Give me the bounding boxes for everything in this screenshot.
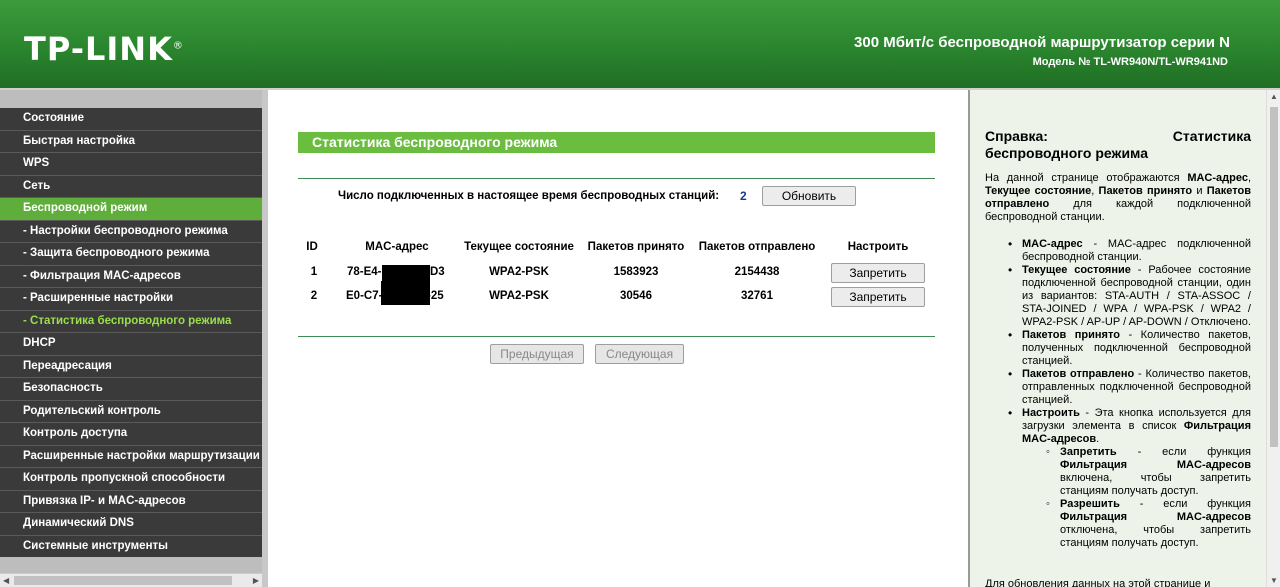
help-item-sent: Пакетов отправлено - Количество пакетов,… (1008, 368, 1251, 407)
sidebar-item-dynamic-dns[interactable]: Динамический DNS (0, 513, 262, 536)
refresh-button[interactable]: Обновить (762, 186, 856, 206)
sidebar-item-wps[interactable]: WPS (0, 153, 262, 176)
col-header-mac: MAC-адрес (365, 241, 429, 253)
help-item-state: Текущее состояние - Рабочее состояние по… (1008, 264, 1251, 329)
sidebar-item-wireless[interactable]: Беспроводной режим (0, 198, 262, 221)
scroll-right-arrow-icon[interactable]: ▶ (253, 574, 259, 587)
top-divider (298, 178, 935, 179)
sidebar-item-security[interactable]: Безопасность (0, 378, 262, 401)
tplink-logo: TP-LINK® (24, 30, 184, 68)
sidebar-item-quick-setup[interactable]: Быстрая настройка (0, 130, 262, 153)
help-item-received: Пакетов принято - Количество пакетов, по… (1008, 329, 1251, 368)
page-title: Статистика беспроводного режима (298, 132, 935, 153)
connected-stations-count: 2 (740, 189, 747, 203)
sidebar-item-bandwidth-control[interactable]: Контроль пропускной способности (0, 468, 262, 491)
sidebar-item-mac-filtering[interactable]: - Фильтрация MAC-адресов (0, 265, 262, 288)
col-header-state: Текущее состояние (464, 241, 574, 253)
router-model: Модель № TL-WR940N/TL-WR941ND (1032, 56, 1228, 68)
row1-deny-button[interactable]: Запретить (831, 263, 925, 283)
help-footer-text: Для обновления данных на этой странице и (985, 578, 1211, 587)
row2-state: WPA2-PSK (489, 290, 549, 302)
help-item-mac: MAC-адрес - MAC-адрес подключенной беспр… (1008, 238, 1251, 264)
scrollbar-thumb[interactable] (1270, 107, 1278, 447)
bottom-divider (298, 336, 935, 337)
sidebar-item-wireless-advanced[interactable]: - Расширенные настройки (0, 288, 262, 311)
sidebar-item-forwarding[interactable]: Переадресация (0, 355, 262, 378)
next-page-button[interactable]: Следующая (595, 344, 684, 364)
help-panel: Справка: Статистика беспроводного режима … (970, 90, 1266, 587)
connected-stations-label: Число подключенных в настоящее время бес… (338, 190, 720, 202)
mac-redaction-mask (381, 281, 430, 305)
sidebar-item-network[interactable]: Сеть (0, 175, 262, 198)
sidebar-item-status[interactable]: Состояние (0, 108, 262, 131)
sidebar-item-wireless-security[interactable]: - Защита беспроводного режима (0, 243, 262, 266)
row2-mac-suffix: -25 (427, 290, 444, 302)
mac-redaction-mask (382, 265, 430, 282)
col-header-received: Пакетов принято (587, 241, 685, 253)
header-banner: TP-LINK® 300 Мбит/с беспроводной маршрут… (0, 0, 1280, 88)
sidebar-item-access-control[interactable]: Контроль доступа (0, 423, 262, 446)
sidebar-item-ip-mac-binding[interactable]: Привязка IP- и MAC-адресов (0, 490, 262, 513)
scrollbar-thumb[interactable] (14, 576, 232, 585)
help-sublist: Запретить - если функция Фильтрация MAC-… (1046, 446, 1251, 550)
sidebar-item-wireless-settings[interactable]: - Настройки беспроводного режима (0, 220, 262, 243)
scroll-left-arrow-icon[interactable]: ◀ (3, 574, 9, 587)
row2-sent: 32761 (741, 290, 773, 302)
sidebar-horizontal-scrollbar[interactable]: ◀ ▶ (0, 573, 262, 587)
sidebar-item-wireless-statistics[interactable]: - Статистика беспроводного режима (0, 310, 262, 333)
sidebar-item-system-tools[interactable]: Системные инструменты (0, 535, 262, 558)
col-header-sent: Пакетов отправлено (698, 241, 816, 253)
row1-sent: 2154438 (734, 266, 780, 278)
router-title: 300 Мбит/с беспроводной маршрутизатор се… (854, 34, 1230, 51)
help-vertical-scrollbar[interactable]: ▲ ▼ (1266, 90, 1280, 587)
main-content: Статистика беспроводного режима Число по… (268, 90, 968, 587)
help-item-configure: Настроить - Эта кнопка используется для … (1008, 407, 1251, 446)
previous-page-button[interactable]: Предыдущая (490, 344, 584, 364)
row1-received: 1583923 (613, 266, 659, 278)
scroll-up-arrow-icon[interactable]: ▲ (1270, 92, 1278, 101)
help-subitem-deny: Запретить - если функция Фильтрация MAC-… (1046, 446, 1251, 498)
sidebar-item-parental-control[interactable]: Родительский контроль (0, 400, 262, 423)
help-title: Справка: Статистика беспроводного режима (985, 128, 1251, 161)
col-header-id: ID (306, 241, 318, 253)
row1-id: 1 (310, 266, 318, 278)
row2-deny-button[interactable]: Запретить (831, 287, 925, 307)
row1-mac-suffix: D3 (430, 266, 445, 278)
sidebar-item-dhcp[interactable]: DHCP (0, 333, 262, 356)
help-subitem-allow: Разрешить - если функция Фильтрация MAC-… (1046, 498, 1251, 550)
row1-state: WPA2-PSK (489, 266, 549, 278)
help-intro: На данной странице отображаются MAC-адре… (985, 172, 1251, 223)
row2-received: 30546 (620, 290, 652, 302)
sidebar-list: Состояние Быстрая настройка WPS Сеть Бес… (0, 108, 262, 558)
help-list: MAC-адрес - MAC-адрес подключенной беспр… (1008, 238, 1251, 550)
sidebar-bottom-band (0, 557, 262, 573)
sidebar-item-advanced-routing[interactable]: Расширенные настройки маршрутизации (0, 445, 262, 468)
row2-id: 2 (310, 290, 318, 302)
sidebar-menu: Состояние Быстрая настройка WPS Сеть Бес… (0, 90, 268, 587)
scroll-down-arrow-icon[interactable]: ▼ (1270, 576, 1278, 585)
col-header-action: Настроить (847, 241, 909, 253)
sidebar-top-band (0, 90, 262, 108)
